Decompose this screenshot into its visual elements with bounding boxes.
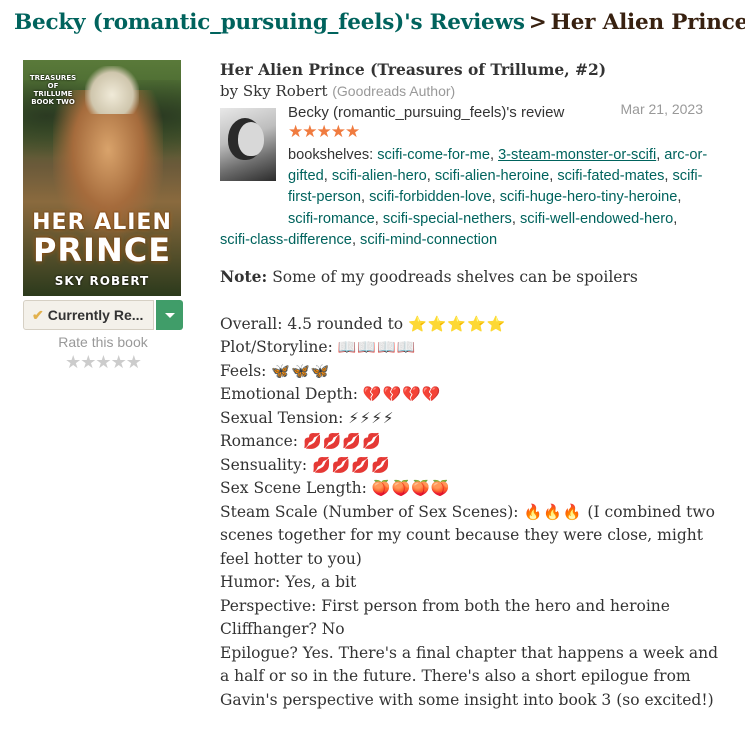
rating-line-sex-scene-length: Sex Scene Length: 🍑🍑🍑🍑: [220, 477, 720, 501]
butterfly-icons: 🦋🦋🦋: [271, 361, 331, 380]
rating-line-label: Emotional Depth:: [220, 385, 358, 403]
rating-line-sexual-tension: Sexual Tension: ⚡⚡⚡⚡: [220, 407, 720, 431]
reviewer-review-title[interactable]: Becky (romantic_pursuing_feels)'s review: [288, 104, 564, 121]
rating-line-feels: Feels: 🦋🦋🦋: [220, 360, 720, 384]
avatar-spacer: [220, 145, 288, 211]
shelf-link[interactable]: scifi-mind-connection: [360, 232, 497, 248]
shelf-link[interactable]: scifi-come-for-me: [377, 147, 490, 163]
cliffhanger-line: Cliffhanger? No: [220, 620, 345, 638]
shelf-link[interactable]: scifi-special-nethers: [383, 211, 512, 227]
rating-line-label: Sexual Tension:: [220, 408, 344, 427]
lips-icons: 💋💋💋💋: [302, 432, 382, 450]
author-line: by Sky Robert (Goodreads Author): [220, 82, 455, 100]
rating-line-plot: Plot/Storyline: 📖📖📖📖: [220, 336, 720, 360]
rating-line-sensuality: Sensuality: 💋💋💋💋: [220, 454, 720, 478]
by-label: by: [220, 82, 239, 100]
cover-series-text: TREASURES OF TRILLUME BOOK TWO: [29, 74, 77, 106]
rating-line-label: Plot/Storyline:: [220, 338, 333, 356]
cover-title: HER ALIEN PRINCE: [23, 212, 181, 269]
humor-line: Humor: Yes, a bit: [220, 573, 357, 591]
author-link[interactable]: Sky Robert: [243, 82, 328, 100]
rating-line-label: Sex Scene Length:: [220, 479, 367, 497]
shelf-link[interactable]: scifi-huge-hero-tiny-heroine: [500, 189, 678, 205]
breadcrumb: Becky (romantic_pursuing_feels)'s Review…: [14, 10, 745, 35]
shelf-status-button[interactable]: ✔ Currently Re...: [23, 300, 154, 330]
review-date[interactable]: Mar 21, 2023: [621, 101, 704, 117]
peach-icons: 🍑🍑🍑🍑: [371, 479, 451, 497]
breadcrumb-separator: >: [528, 10, 547, 35]
rating-line-label: Steam Scale (Number of Sex Scenes):: [220, 502, 519, 521]
shelf-link[interactable]: scifi-fated-mates: [557, 168, 664, 184]
star-icons: ⭐⭐⭐⭐⭐: [408, 314, 507, 333]
review-star-rating: ★★★★★: [288, 122, 360, 142]
cover-author: SKY ROBERT: [54, 274, 150, 288]
rating-line-emotional-depth: Emotional Depth: 💔💔💔💔: [220, 383, 720, 407]
lightning-icons: ⚡⚡⚡⚡: [348, 408, 395, 427]
shelf-link[interactable]: scifi-well-endowed-hero: [520, 211, 673, 227]
note-paragraph: Note: Some of my goodreads shelves can b…: [220, 265, 720, 290]
shelf-status-widget: ✔ Currently Re...: [23, 300, 183, 330]
rate-this-book-label: Rate this book: [58, 334, 148, 350]
review-body: Note: Some of my goodreads shelves can b…: [220, 265, 720, 712]
epilogue-line: Epilogue? Yes. There's a final chapter t…: [220, 643, 719, 709]
shelf-link[interactable]: scifi-romance: [288, 211, 375, 227]
author-role: (Goodreads Author): [332, 83, 456, 99]
book-icons: 📖📖📖📖: [337, 338, 417, 356]
book-title-link[interactable]: Her Alien Prince (Treasures of Trillume,…: [220, 60, 606, 79]
rating-line-label: Feels:: [220, 361, 267, 380]
rating-line-label: Romance:: [220, 432, 298, 450]
shelf-link[interactable]: scifi-forbidden-love: [369, 189, 491, 205]
reviewer-reviews-link[interactable]: Becky (romantic_pursuing_feels)'s Review…: [14, 10, 525, 35]
breadcrumb-book-title: Her Alien Prince: [550, 10, 745, 35]
cover-art-hair: [85, 66, 139, 114]
shelf-status-label: Currently Re...: [47, 307, 144, 323]
shelf-link[interactable]: scifi-alien-hero: [332, 168, 427, 184]
fire-icons: 🔥🔥🔥: [523, 502, 583, 521]
shelf-dropdown-button[interactable]: [156, 300, 183, 330]
rating-line-overall: Overall: 4.5 rounded to ⭐⭐⭐⭐⭐: [220, 313, 720, 337]
rating-line-label: Overall: 4.5 rounded to: [220, 314, 404, 333]
note-text: Some of my goodreads shelves can be spoi…: [272, 268, 638, 286]
rate-stars-input[interactable]: ★★★★★: [23, 352, 183, 373]
triangle-down-icon: [165, 313, 175, 318]
shelf-link[interactable]: scifi-alien-heroine: [435, 168, 549, 184]
bookshelves-list: bookshelves: scifi-come-for-me, 3-steam-…: [220, 145, 708, 248]
perspective-line: Perspective: First person from both the …: [220, 596, 670, 615]
rating-line-romance: Romance: 💋💋💋💋: [220, 430, 720, 454]
rating-line-label: Sensuality:: [220, 455, 308, 474]
bookshelves-label: bookshelves:: [288, 147, 374, 163]
book-cover[interactable]: TREASURES OF TRILLUME BOOK TWO HER ALIEN…: [23, 60, 181, 296]
note-label: Note:: [220, 267, 268, 286]
shelf-link[interactable]: scifi-class-difference: [220, 232, 352, 248]
broken-heart-icons: 💔💔💔💔: [362, 385, 442, 403]
lips-icons: 💋💋💋💋: [312, 455, 391, 474]
checkmark-icon: ✔: [32, 307, 44, 323]
rating-line-steam-scale: Steam Scale (Number of Sex Scenes): 🔥🔥🔥 …: [220, 501, 720, 572]
shelf-link[interactable]: 3-steam-monster-or-scifi: [498, 147, 656, 163]
cover-title-line2: PRINCE: [32, 231, 172, 269]
